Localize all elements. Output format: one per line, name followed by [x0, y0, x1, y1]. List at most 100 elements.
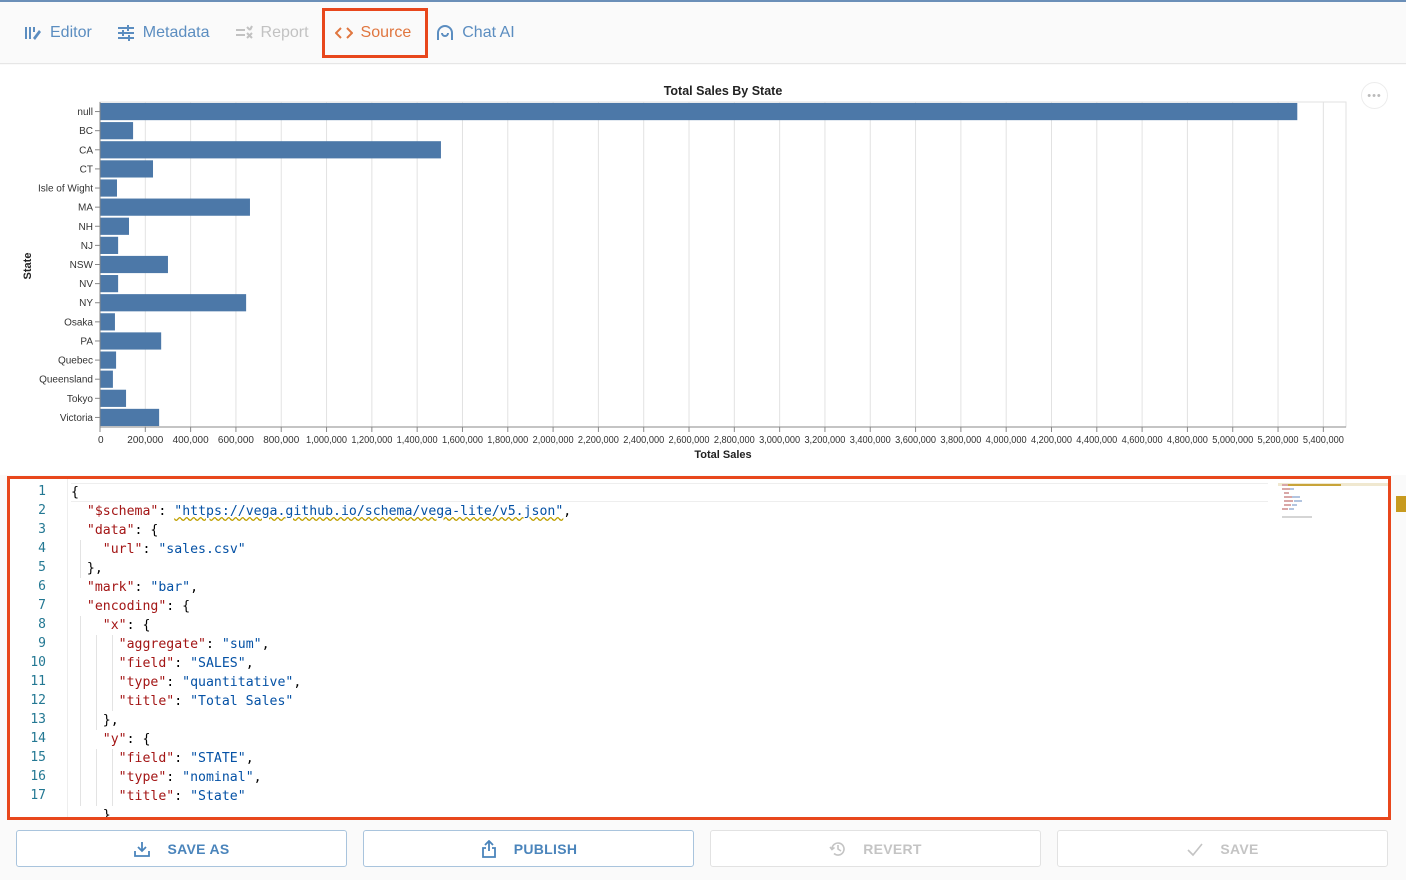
- tab-chat-ai[interactable]: Chat AI: [432, 10, 517, 56]
- code-line: "x": {: [71, 616, 151, 635]
- json-key: "aggregate": [118, 637, 206, 652]
- action-bar: SAVE AS PUBLISH REVERT SAVE: [0, 822, 1406, 880]
- y-tick-label: BC: [79, 126, 93, 137]
- line-number: 12: [30, 693, 46, 708]
- line-number: 15: [30, 750, 46, 765]
- y-tick-label: Queensland: [39, 375, 93, 386]
- json-punctuation: },: [71, 713, 119, 728]
- line-number-gutter: 1 2 3 4 5 6 7 8 9 10 11 12 13 14 15 16 17: [10, 479, 68, 817]
- json-string: "nominal": [182, 770, 254, 785]
- bar-ma[interactable]: [100, 198, 250, 216]
- tab-report-label: Report: [260, 23, 309, 41]
- bar-quebec[interactable]: [100, 351, 117, 369]
- bar-isle-of-wight[interactable]: [100, 179, 117, 197]
- bar-nv[interactable]: [100, 275, 119, 293]
- x-tick-label: 4,400,000: [1076, 435, 1117, 446]
- publish-button[interactable]: PUBLISH: [363, 830, 694, 867]
- x-tick-label: 0: [98, 435, 104, 446]
- bar-null[interactable]: [100, 102, 1298, 121]
- y-tick-label: Victoria: [60, 413, 94, 424]
- code-line: "title": "State": [71, 787, 246, 806]
- bar-bc[interactable]: [100, 122, 134, 140]
- bar-ca[interactable]: [100, 141, 441, 159]
- bar-nj[interactable]: [100, 236, 119, 254]
- line-number: 13: [30, 712, 46, 727]
- json-punctuation: [71, 504, 87, 519]
- json-punctuation: [71, 656, 119, 671]
- x-tick-label: 1,800,000: [487, 435, 528, 446]
- source-code-editor[interactable]: 1 2 3 4 5 6 7 8 9 10 11 12 13 14 15 16 17 { "$schema": "…: [7, 476, 1391, 820]
- tab-report[interactable]: Report: [231, 10, 312, 56]
- json-string: "https://vega.github.io/schema/vega-lite…: [174, 504, 564, 519]
- x-tick-label: 3,400,000: [850, 435, 891, 446]
- tab-metadata-label: Metadata: [142, 23, 210, 41]
- json-string: "STATE": [190, 751, 246, 766]
- x-tick-label: 2,000,000: [533, 435, 574, 446]
- bar-pa[interactable]: [100, 332, 162, 350]
- bar-tokyo[interactable]: [100, 389, 127, 407]
- bar-queensland[interactable]: [100, 370, 113, 388]
- save-as-button[interactable]: SAVE AS: [16, 830, 347, 867]
- publish-label: PUBLISH: [513, 840, 578, 857]
- code-area[interactable]: { "$schema": "https://vega.github.io/sch…: [71, 479, 1268, 817]
- json-punctuation: ,: [190, 580, 199, 595]
- bar-ny[interactable]: [100, 294, 247, 312]
- line-number: 8: [38, 617, 46, 632]
- json-punctuation: [71, 751, 119, 766]
- x-tick-label: 4,800,000: [1167, 435, 1208, 446]
- json-punctuation: :: [174, 789, 191, 804]
- x-tick-label: 3,000,000: [759, 435, 800, 446]
- chart-title: Total Sales By State: [664, 84, 783, 98]
- y-tick-label: NJ: [81, 241, 93, 252]
- current-line-highlight: [71, 483, 1268, 502]
- y-axis-title: State: [22, 253, 34, 280]
- bar-victoria[interactable]: [100, 408, 160, 427]
- json-punctuation: :: [174, 656, 191, 671]
- json-string: "quantitative": [182, 675, 294, 690]
- json-string: "Total Sales": [190, 694, 294, 709]
- json-punctuation: [71, 789, 119, 804]
- json-punctuation: : {: [126, 618, 151, 633]
- minimap[interactable]: [1278, 479, 1388, 817]
- code-line: "title": "Total Sales": [71, 692, 294, 711]
- line-number: 6: [38, 579, 46, 594]
- bar-nsw[interactable]: [100, 255, 168, 274]
- json-key: "data": [86, 523, 135, 538]
- y-tick-label: CT: [80, 164, 93, 175]
- json-punctuation: : {: [126, 732, 151, 747]
- tab-editor-label: Editor: [50, 23, 92, 41]
- x-tick-label: 3,200,000: [804, 435, 845, 446]
- check-icon: [1186, 840, 1204, 858]
- tab-editor[interactable]: Editor: [20, 10, 95, 56]
- bar-ct[interactable]: [100, 160, 154, 178]
- minimap-preview: [1278, 483, 1388, 518]
- history-icon: [829, 840, 847, 858]
- json-punctuation: [71, 618, 103, 633]
- bar-osaka[interactable]: [100, 313, 115, 331]
- tab-metadata[interactable]: Metadata: [113, 10, 213, 56]
- code-line: "$schema": "https://vega.github.io/schem…: [71, 502, 571, 521]
- tab-source-label: Source: [360, 23, 412, 41]
- json-punctuation: ,: [245, 656, 254, 671]
- x-tick-label: 2,600,000: [669, 435, 710, 446]
- editor-scrollbar-marker[interactable]: [1396, 496, 1406, 512]
- bar-nh[interactable]: [100, 217, 129, 235]
- tab-source[interactable]: Source: [321, 7, 429, 58]
- json-punctuation: ,: [245, 751, 254, 766]
- chart-actions-menu-button[interactable]: •••: [1361, 82, 1388, 109]
- json-punctuation: :: [134, 580, 151, 595]
- x-tick-label: 400,000: [173, 435, 209, 446]
- json-key: "field": [118, 656, 175, 671]
- code-line: "field": "SALES",: [71, 654, 254, 673]
- code-icon: [334, 23, 354, 43]
- json-punctuation: [71, 542, 103, 557]
- json-punctuation: : {: [134, 523, 159, 538]
- x-tick-label: 1,600,000: [442, 435, 483, 446]
- y-tick-label: Quebec: [58, 356, 93, 367]
- download-icon: [133, 840, 151, 858]
- save-button[interactable]: SAVE: [1057, 830, 1388, 867]
- revert-button[interactable]: REVERT: [710, 830, 1041, 867]
- x-tick-label: 2,400,000: [623, 435, 664, 446]
- json-string: "SALES": [190, 656, 246, 671]
- json-key: "title": [118, 789, 175, 804]
